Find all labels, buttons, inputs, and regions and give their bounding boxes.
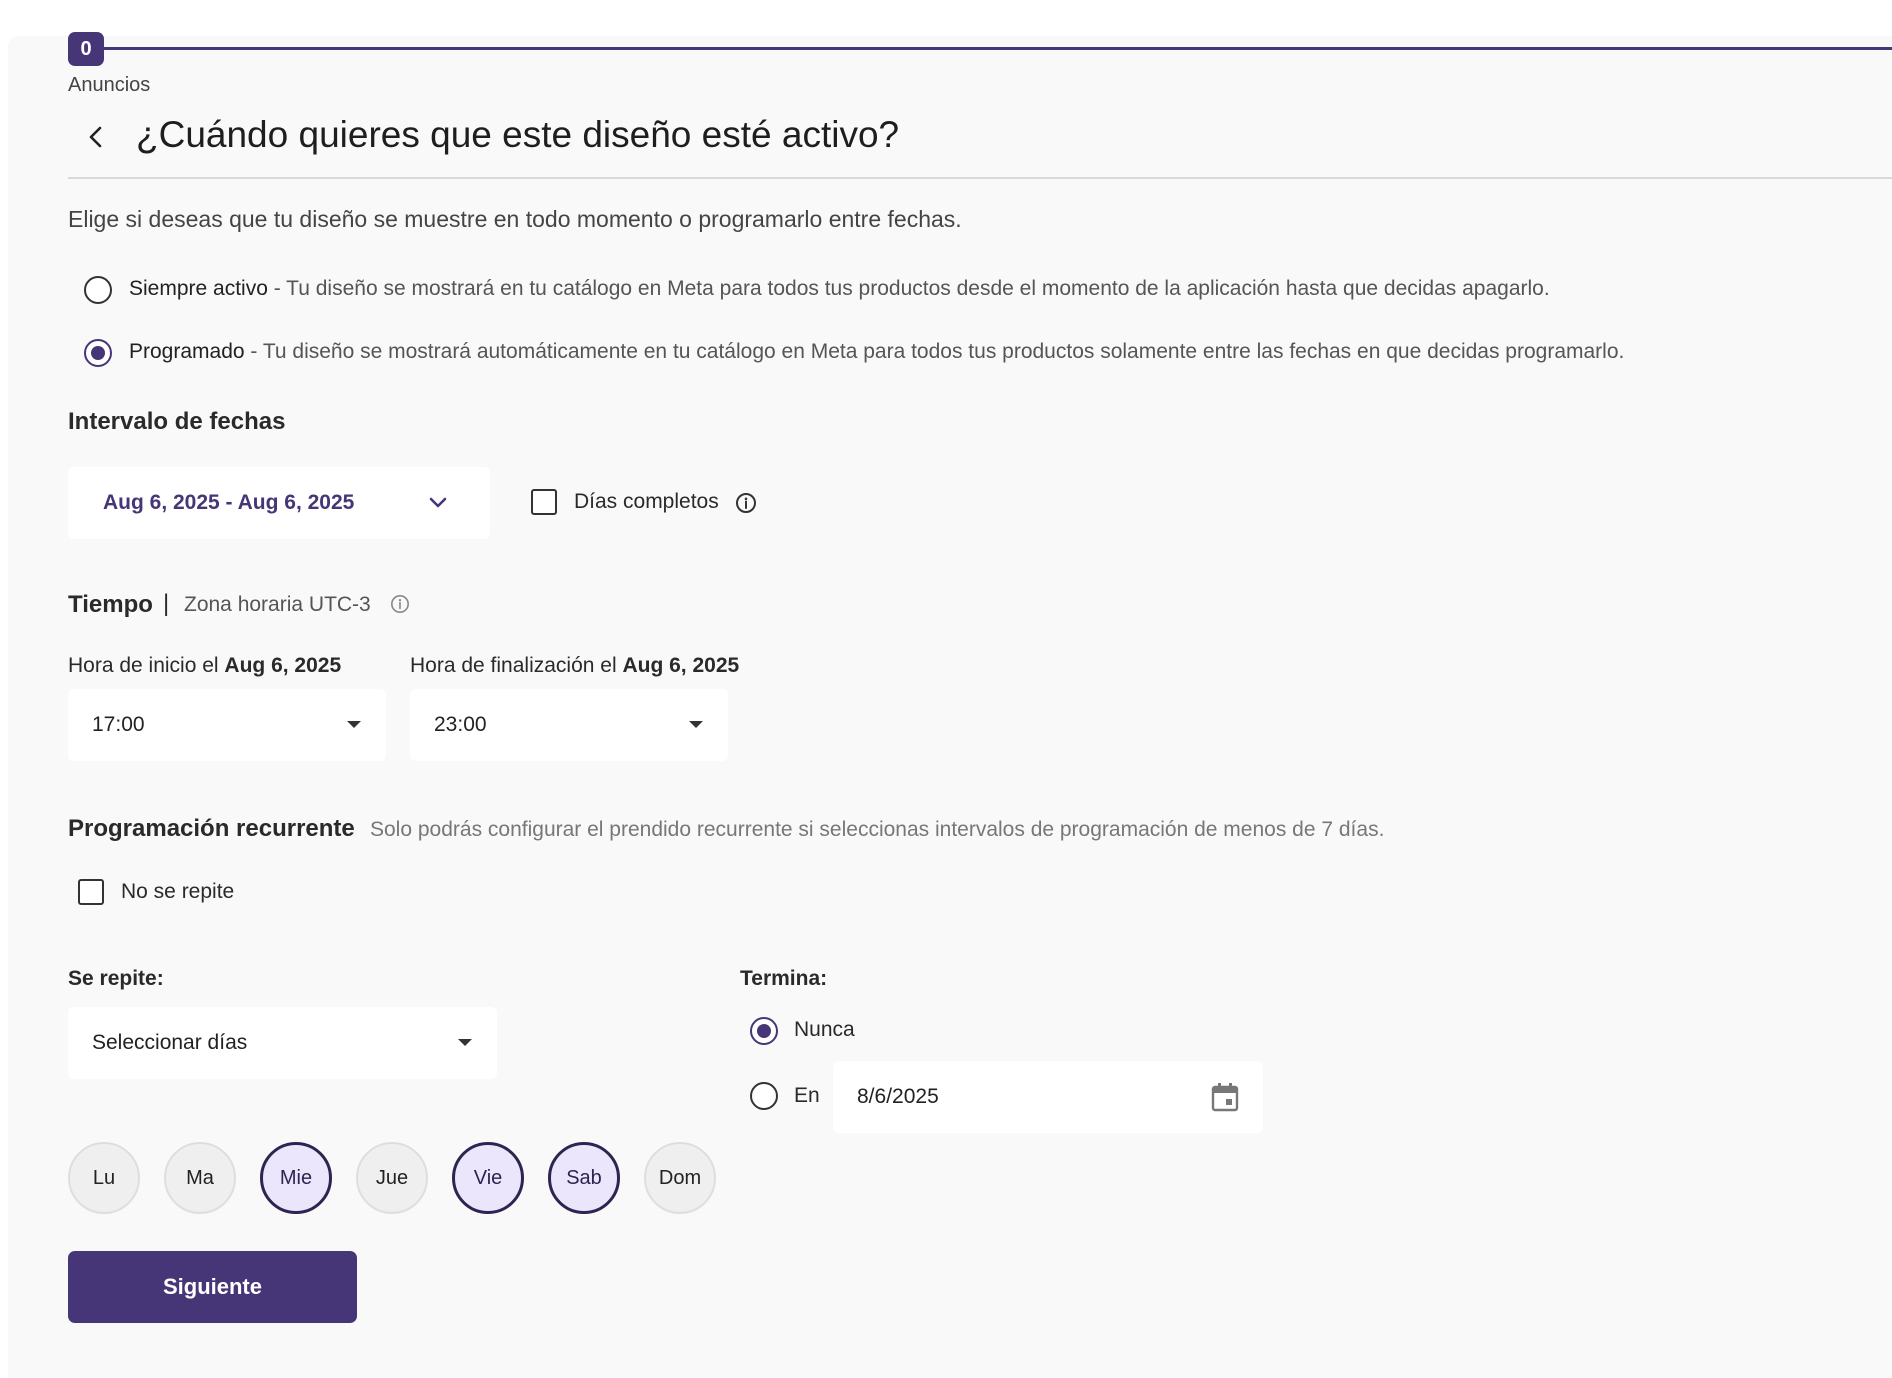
back-icon[interactable] bbox=[84, 122, 108, 152]
ends-never-radio-dot bbox=[757, 1024, 771, 1038]
time-separator: | bbox=[163, 590, 170, 617]
start-time-select[interactable]: 17:00 bbox=[68, 689, 386, 761]
end-time-label: Hora de finalización el Aug 6, 2025 bbox=[410, 654, 739, 678]
day-lu[interactable]: Lu bbox=[68, 1142, 140, 1214]
day-dom[interactable]: Dom bbox=[644, 1142, 716, 1214]
day-ma[interactable]: Ma bbox=[164, 1142, 236, 1214]
step-progress-line bbox=[104, 47, 1892, 50]
ends-never-label: Nunca bbox=[794, 1018, 855, 1041]
end-time-date: Aug 6, 2025 bbox=[622, 654, 740, 677]
end-date-input[interactable]: 8/6/2025 bbox=[833, 1061, 1263, 1133]
always-active-label: Siempre activo bbox=[129, 277, 268, 300]
start-time-label: Hora de inicio el Aug 6, 2025 bbox=[68, 654, 341, 678]
chevron-down-icon bbox=[429, 497, 447, 508]
no-repeat-label: No se repite bbox=[121, 880, 235, 903]
header-divider bbox=[68, 177, 1892, 179]
always-active-radio[interactable] bbox=[84, 276, 112, 304]
scheduled-label: Programado bbox=[129, 340, 245, 363]
caret-down-icon bbox=[689, 721, 703, 728]
calendar-icon[interactable] bbox=[1211, 1082, 1239, 1112]
date-interval-title: Intervalo de fechas bbox=[68, 408, 286, 435]
timezone-info-icon[interactable] bbox=[390, 594, 410, 614]
caret-down-icon bbox=[458, 1039, 472, 1046]
end-time-value: 23:00 bbox=[434, 713, 487, 736]
timezone-label: Zona horaria UTC-3 bbox=[184, 593, 371, 616]
day-mie[interactable]: Mie bbox=[260, 1142, 332, 1214]
date-range-value: Aug 6, 2025 - Aug 6, 2025 bbox=[103, 491, 355, 514]
day-jue[interactable]: Jue bbox=[356, 1142, 428, 1214]
ends-label: Termina: bbox=[740, 967, 828, 990]
step-badge: 0 bbox=[68, 32, 104, 66]
day-vie[interactable]: Vie bbox=[452, 1142, 524, 1214]
caret-down-icon bbox=[347, 721, 361, 728]
scheduled-description: - Tu diseño se mostrará automáticamente … bbox=[244, 340, 1625, 363]
start-time-date: Aug 6, 2025 bbox=[224, 654, 342, 677]
ends-on-radio[interactable] bbox=[750, 1082, 778, 1110]
end-date-value: 8/6/2025 bbox=[857, 1085, 939, 1108]
day-sab[interactable]: Sab bbox=[548, 1142, 620, 1214]
ends-never-radio[interactable] bbox=[750, 1017, 778, 1045]
next-button[interactable]: Siguiente bbox=[68, 1251, 357, 1323]
no-repeat-checkbox[interactable] bbox=[78, 879, 104, 905]
end-time-label-text: Hora de finalización el bbox=[410, 654, 623, 677]
page-subtitle: Elige si deseas que tu diseño se muestre… bbox=[68, 206, 962, 232]
ends-on-label: En bbox=[794, 1084, 820, 1107]
full-days-label: Días completos bbox=[574, 490, 719, 513]
repeat-days-value: Seleccionar días bbox=[92, 1031, 248, 1054]
page-title: ¿Cuándo quieres que este diseño esté act… bbox=[136, 114, 900, 155]
always-active-description: - Tu diseño se mostrará en tu catálogo e… bbox=[267, 277, 1550, 300]
info-icon[interactable] bbox=[735, 492, 757, 514]
recurring-note: Solo podrás configurar el prendido recur… bbox=[370, 818, 1385, 841]
repeats-label: Se repite: bbox=[68, 967, 164, 990]
time-title: Tiempo bbox=[68, 591, 153, 618]
scheduled-option[interactable]: Programado - Tu diseño se mostrará autom… bbox=[129, 340, 1624, 364]
weekday-selector: Lu Ma Mie Jue Vie Sab Dom bbox=[68, 1142, 716, 1214]
step-label: Anuncios bbox=[68, 74, 151, 96]
recurring-title: Programación recurrente bbox=[68, 815, 355, 842]
end-time-select[interactable]: 23:00 bbox=[410, 689, 728, 761]
repeat-days-select[interactable]: Seleccionar días bbox=[68, 1007, 497, 1079]
date-range-picker[interactable]: Aug 6, 2025 - Aug 6, 2025 bbox=[68, 467, 490, 539]
scheduled-radio[interactable] bbox=[84, 339, 112, 367]
full-days-checkbox[interactable] bbox=[531, 489, 557, 515]
always-active-option[interactable]: Siempre activo - Tu diseño se mostrará e… bbox=[129, 277, 1550, 301]
start-time-label-text: Hora de inicio el bbox=[68, 654, 225, 677]
scheduled-radio-dot bbox=[91, 346, 105, 360]
start-time-value: 17:00 bbox=[92, 713, 145, 736]
